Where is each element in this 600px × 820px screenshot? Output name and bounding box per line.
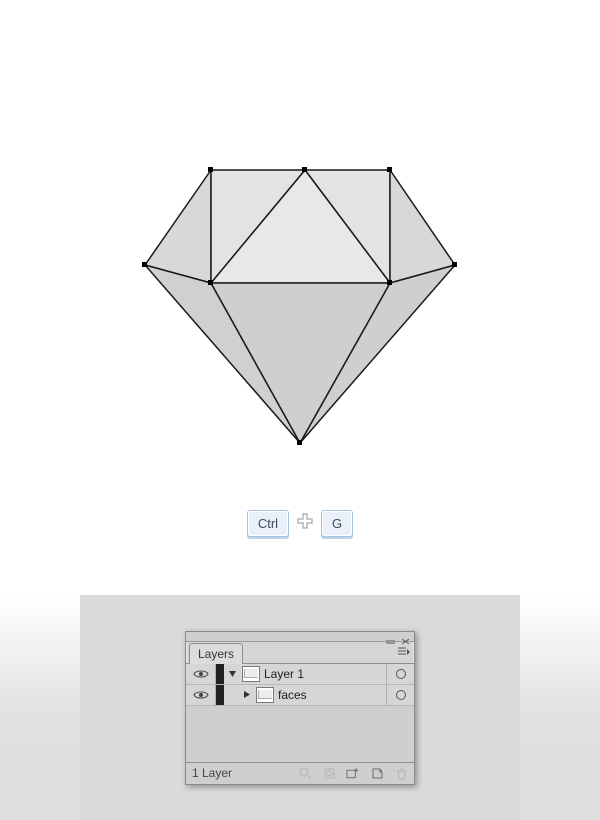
visibility-toggle[interactable]	[186, 664, 216, 684]
make-clipping-mask-icon[interactable]	[322, 766, 336, 780]
panel-footer: 1 Layer	[186, 762, 414, 784]
layer-name[interactable]: Layer 1	[264, 667, 386, 681]
delete-layer-icon[interactable]	[394, 766, 408, 780]
target-ring-icon	[396, 669, 406, 679]
layer-name[interactable]: faces	[278, 688, 386, 702]
diamond-artwork[interactable]	[135, 165, 465, 453]
eye-icon	[193, 669, 209, 679]
panel-tabstrip: Layers	[186, 642, 414, 664]
selection-color-bar	[216, 685, 224, 705]
g-key: G	[321, 510, 353, 537]
target-column[interactable]	[386, 685, 414, 705]
ctrl-key: Ctrl	[247, 510, 289, 537]
layer-row[interactable]: Layer 1	[186, 664, 414, 685]
layer-thumbnail	[242, 666, 260, 682]
panel-window-controls	[186, 632, 414, 642]
new-sublayer-icon[interactable]	[346, 766, 360, 780]
target-column[interactable]	[386, 664, 414, 684]
bottom-region: Layers Layer 1	[0, 595, 600, 820]
canvas-area: Ctrl G	[0, 0, 600, 595]
locate-object-icon[interactable]	[298, 766, 312, 780]
panel-well: Layers Layer 1	[80, 595, 520, 820]
keyboard-shortcut-hint: Ctrl G	[0, 510, 600, 537]
collapse-icon[interactable]	[386, 634, 395, 639]
layer-list[interactable]: Layer 1 faces	[186, 664, 414, 762]
eye-icon	[193, 690, 209, 700]
disclosure-triangle-closed-icon[interactable]	[242, 688, 252, 702]
layers-panel[interactable]: Layers Layer 1	[185, 631, 415, 785]
panel-flyout-menu-icon[interactable]	[394, 641, 414, 663]
right-fade	[520, 595, 600, 820]
tab-layers[interactable]: Layers	[189, 643, 243, 664]
plus-icon	[297, 513, 313, 534]
selection-color-bar	[216, 664, 224, 684]
layer-thumbnail	[256, 687, 274, 703]
layer-count: 1 Layer	[192, 766, 232, 780]
close-icon[interactable]	[401, 634, 410, 639]
new-layer-icon[interactable]	[370, 766, 384, 780]
layer-row[interactable]: faces	[186, 685, 414, 706]
visibility-toggle[interactable]	[186, 685, 216, 705]
tab-layers-label: Layers	[198, 647, 234, 661]
left-fade	[0, 595, 80, 820]
target-ring-icon	[396, 690, 406, 700]
disclosure-triangle-open-icon[interactable]	[228, 667, 238, 681]
